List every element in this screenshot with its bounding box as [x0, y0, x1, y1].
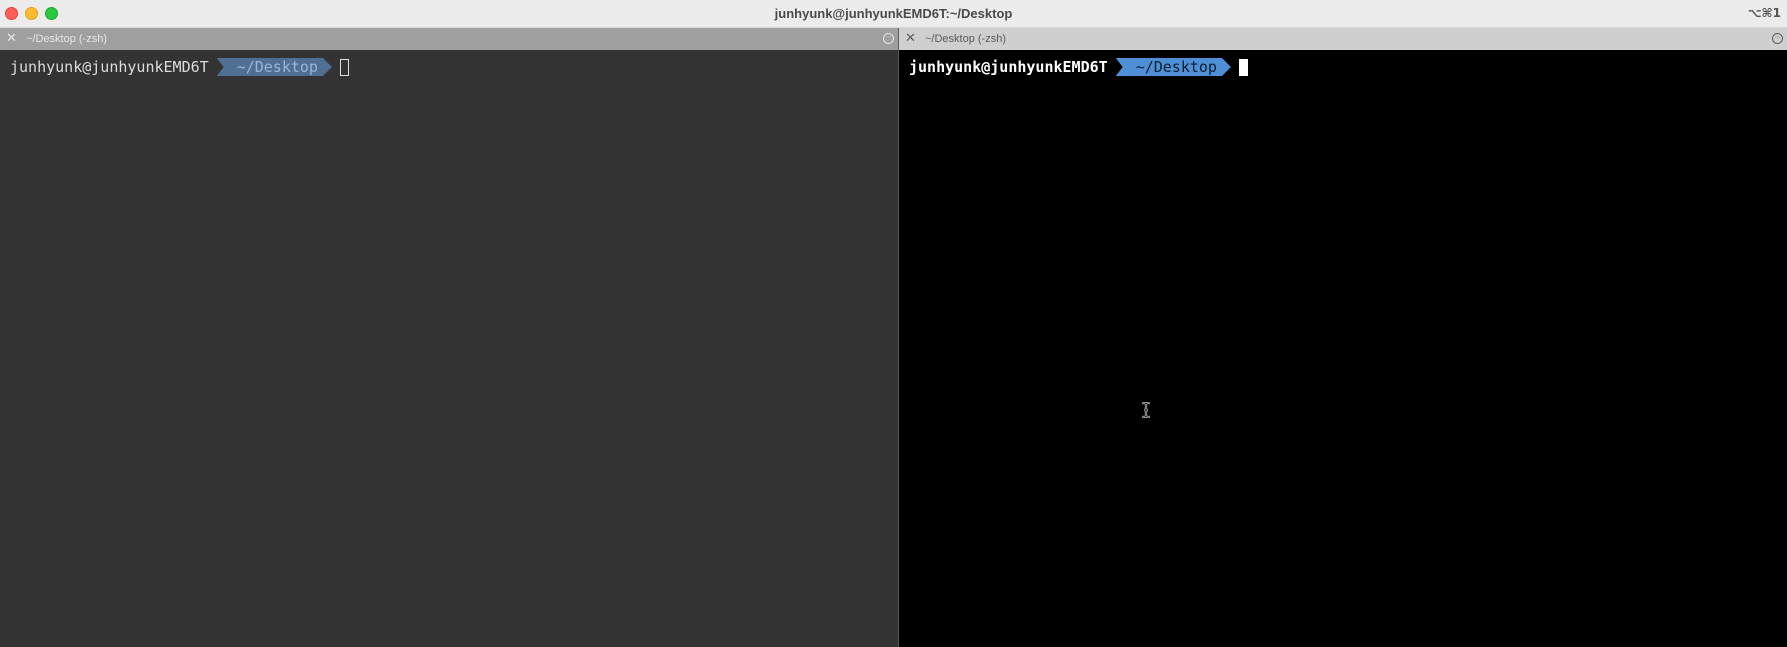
text-cursor-icon	[1142, 402, 1150, 418]
title-bar[interactable]: junhyunk@junhyunkEMD6T:~/Desktop ⌥⌘1	[0, 0, 1787, 28]
shell-prompt: junhyunk@junhyunkEMD6T ~/Desktop	[909, 57, 1248, 77]
prompt-directory: ~/Desktop	[1116, 58, 1231, 76]
prompt-user-host: junhyunk@junhyunkEMD6T	[909, 58, 1108, 76]
text-cursor	[339, 58, 349, 76]
terminal-pane-left[interactable]: ✕ ~/Desktop (-zsh) ··· junhyunk@junhyunk…	[0, 28, 898, 647]
terminal-pane-right[interactable]: ✕ ~/Desktop (-zsh) ··· junhyunk@junhyunk…	[899, 28, 1787, 647]
pane-tab-bar-left[interactable]: ✕ ~/Desktop (-zsh) ···	[0, 28, 898, 50]
pane-tab-title: ~/Desktop (-zsh)	[925, 33, 1006, 45]
close-icon[interactable]: ✕	[905, 31, 916, 45]
prompt-directory: ~/Desktop	[217, 58, 332, 76]
window-title: junhyunk@junhyunkEMD6T:~/Desktop	[774, 6, 1013, 21]
more-icon[interactable]: ···	[1772, 33, 1783, 44]
shell-prompt: junhyunk@junhyunkEMD6T ~/Desktop	[10, 57, 349, 77]
pane-tab-title: ~/Desktop (-zsh)	[26, 33, 107, 45]
prompt-user-host: junhyunk@junhyunkEMD6T	[10, 58, 209, 76]
terminal-window: junhyunk@junhyunkEMD6T:~/Desktop ⌥⌘1 ✕ ~…	[0, 0, 1787, 647]
more-icon[interactable]: ···	[883, 33, 894, 44]
pane-tab-bar-right[interactable]: ✕ ~/Desktop (-zsh) ···	[899, 28, 1787, 50]
close-icon[interactable]: ✕	[6, 31, 17, 45]
text-cursor	[1238, 58, 1248, 76]
window-shortcut: ⌥⌘1	[1747, 6, 1781, 20]
